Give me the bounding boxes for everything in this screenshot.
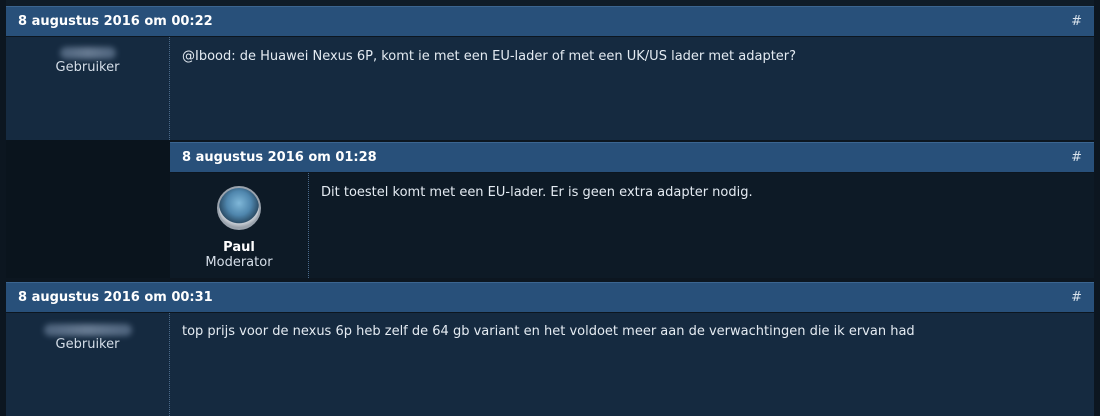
author-panel: Gebruiker <box>6 37 170 140</box>
comment-date: 8 augustus 2016 om 00:22 <box>18 14 213 29</box>
author-name-redacted <box>6 313 169 336</box>
comments-section: 8 augustus 2016 om 00:22 # Gebruiker @Ib… <box>0 0 1100 416</box>
comment-header: 8 augustus 2016 om 00:22 # <box>6 6 1094 36</box>
author-name[interactable]: Paul <box>170 240 308 255</box>
comment-text: @Ibood: de Huawei Nexus 6P, komt ie met … <box>182 49 797 64</box>
author-role: Gebruiker <box>55 60 120 75</box>
author-panel: Paul Moderator <box>170 173 309 278</box>
comment-post: 8 augustus 2016 om 00:31 # Gebruiker top… <box>6 282 1094 416</box>
comment-post: 8 augustus 2016 om 00:22 # Gebruiker @Ib… <box>6 6 1094 140</box>
reply-post: 8 augustus 2016 om 01:28 # Paul Moderato… <box>170 142 1094 278</box>
permalink-link[interactable]: # <box>1071 14 1082 29</box>
reply-indent-space <box>6 140 170 278</box>
comment-date: 8 augustus 2016 om 00:31 <box>18 290 213 305</box>
reply-text: Dit toestel komt met een EU-lader. Er is… <box>321 185 753 200</box>
author-panel: Gebruiker <box>6 313 170 416</box>
comment-body: Gebruiker top prijs voor de nexus 6p heb… <box>6 313 1094 416</box>
author-name-redacted <box>6 37 169 59</box>
reply-date: 8 augustus 2016 om 01:28 <box>182 150 377 165</box>
reply-body: Paul Moderator Dit toestel komt met een … <box>170 173 1094 278</box>
author-role: Moderator <box>205 255 273 270</box>
comment-header: 8 augustus 2016 om 00:31 # <box>6 282 1094 312</box>
blurred-username <box>59 47 116 59</box>
reply-header: 8 augustus 2016 om 01:28 # <box>170 142 1094 172</box>
author-role: Gebruiker <box>55 337 120 352</box>
permalink-link[interactable]: # <box>1071 150 1082 165</box>
comment-text: top prijs voor de nexus 6p heb zelf de 6… <box>182 324 915 339</box>
permalink-link[interactable]: # <box>1071 290 1082 305</box>
blurred-username <box>43 324 132 336</box>
comment-body: Gebruiker @Ibood: de Huawei Nexus 6P, ko… <box>6 37 1094 140</box>
avatar[interactable] <box>217 186 261 230</box>
